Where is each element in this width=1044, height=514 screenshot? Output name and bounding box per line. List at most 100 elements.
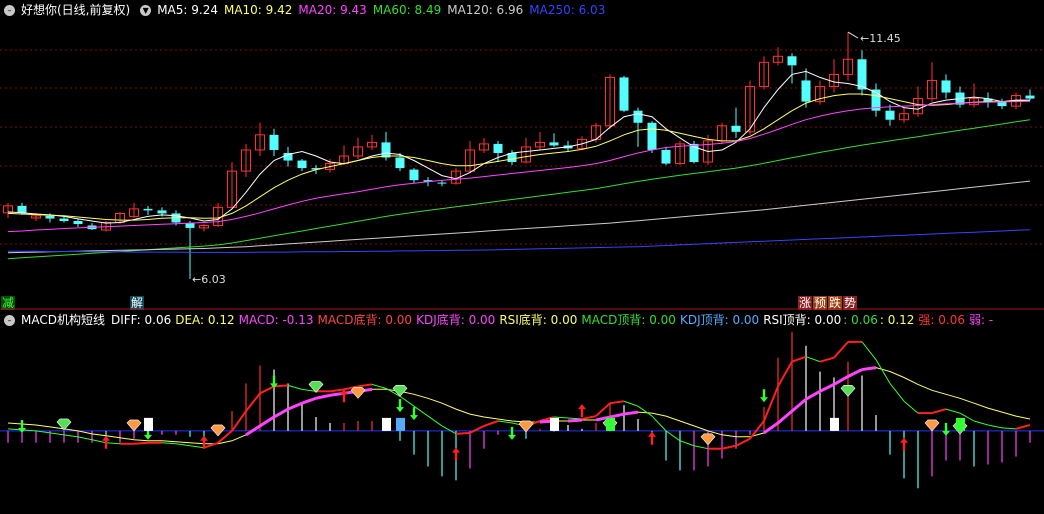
arrow-down-marker [396, 399, 404, 413]
line-diff-segment [651, 415, 667, 432]
diamond-marker [518, 420, 534, 433]
line-dea-strong [609, 412, 625, 419]
signal-block [956, 417, 965, 431]
line-diff-segment [693, 445, 709, 450]
diamond-marker [700, 433, 716, 446]
line-dea-strong [315, 393, 331, 400]
line-diff-segment [427, 415, 443, 427]
line-diff-segment [399, 395, 415, 407]
line-diff-segment [1015, 423, 1031, 430]
line-diff-segment [777, 361, 793, 387]
arrow-up-marker [452, 447, 460, 461]
line-diff-segment [987, 424, 1003, 429]
candle-body [185, 223, 195, 228]
candle-body [73, 220, 83, 224]
line-diff-segment [581, 415, 597, 420]
line-diff-segment [231, 410, 247, 432]
candle-body [857, 59, 867, 90]
line-diff-segment [245, 392, 261, 412]
candle-body [619, 77, 629, 111]
line-diff-segment [665, 430, 681, 442]
candle-body [549, 142, 559, 146]
line-dea-strong [791, 398, 807, 413]
line-diff-segment [763, 386, 779, 422]
line-dea-strong [805, 390, 821, 401]
signal-block [830, 417, 839, 431]
line-diff-segment [77, 436, 93, 441]
line-dea-strong [259, 415, 275, 428]
diamond-marker [392, 385, 408, 397]
line-diff-segment [637, 405, 653, 417]
line-diff-segment [875, 359, 891, 384]
line-dea-strong [273, 407, 289, 419]
line-diff-segment [1001, 427, 1017, 430]
diamond-marker [126, 419, 142, 432]
line-diff-segment [133, 441, 149, 445]
arrow-down-marker [410, 407, 418, 421]
candle-body [493, 143, 503, 153]
line-diff-segment [63, 434, 79, 438]
candle-body [17, 205, 27, 213]
diamond-marker [210, 424, 226, 437]
line-dea-strong [301, 396, 317, 405]
candle-body [1025, 95, 1035, 99]
stock-chart[interactable]: ←11.45 ←6.03 [0, 0, 1044, 514]
line-diff-segment [833, 341, 849, 359]
arrow-up-marker [900, 437, 908, 451]
line-dea [7, 367, 1031, 445]
arrow-up-marker [578, 404, 586, 418]
line-diff-segment [105, 442, 121, 445]
line-diff-segment [189, 445, 205, 449]
line-diff-segment [175, 443, 191, 447]
line-diff-segment [889, 383, 905, 402]
line-dea-strong [861, 366, 877, 372]
line-ma10 [7, 93, 1031, 221]
line-dea-strong [567, 418, 583, 423]
signal-block [396, 417, 405, 431]
signal-block [144, 417, 153, 431]
candle-body [941, 80, 951, 93]
line-diff-segment [329, 388, 345, 393]
low-annotation-label: ←6.03 [192, 273, 226, 286]
candle-body [647, 122, 657, 150]
line-diff-segment [161, 442, 177, 445]
arrow-down-marker [942, 422, 950, 436]
candle-body [45, 215, 55, 219]
line-diff-segment [497, 420, 513, 424]
line-diff-segment [357, 383, 373, 388]
signal-block [606, 417, 615, 431]
line-dea-strong [847, 368, 863, 378]
line-diff-segment [945, 408, 961, 414]
candle-body [157, 210, 167, 214]
candle-body [409, 169, 419, 181]
line-diff-segment [903, 400, 919, 414]
line-diff-segment [595, 402, 611, 417]
diamond-marker [350, 387, 366, 399]
candle-body [395, 157, 405, 169]
high-annotation-arrow [847, 31, 859, 39]
candle-body [143, 208, 153, 211]
candle-body [381, 142, 391, 158]
line-diff-segment [679, 440, 695, 447]
line-diff-segment [49, 432, 65, 436]
line-diff-segment [441, 425, 457, 435]
line-diff-segment [735, 437, 751, 447]
line-dea-strong [777, 409, 793, 425]
line-diff-segment [287, 384, 303, 390]
line-diff-segment [861, 341, 877, 360]
line-dea-strong [819, 383, 835, 393]
candle-body [59, 218, 69, 221]
candle-body [801, 80, 811, 102]
diamond-marker [924, 419, 940, 432]
arrow-down-marker [760, 389, 768, 403]
candle-body [633, 110, 643, 123]
line-diff-segment [749, 420, 765, 440]
line-diff-segment [469, 425, 485, 434]
signal-block [382, 417, 391, 431]
line-diff-segment [413, 405, 429, 417]
line-ma60 [7, 119, 1031, 260]
candle-body [661, 149, 671, 164]
candle-body [731, 125, 741, 132]
candle-body [787, 56, 797, 66]
line-dea-strong [833, 375, 849, 386]
